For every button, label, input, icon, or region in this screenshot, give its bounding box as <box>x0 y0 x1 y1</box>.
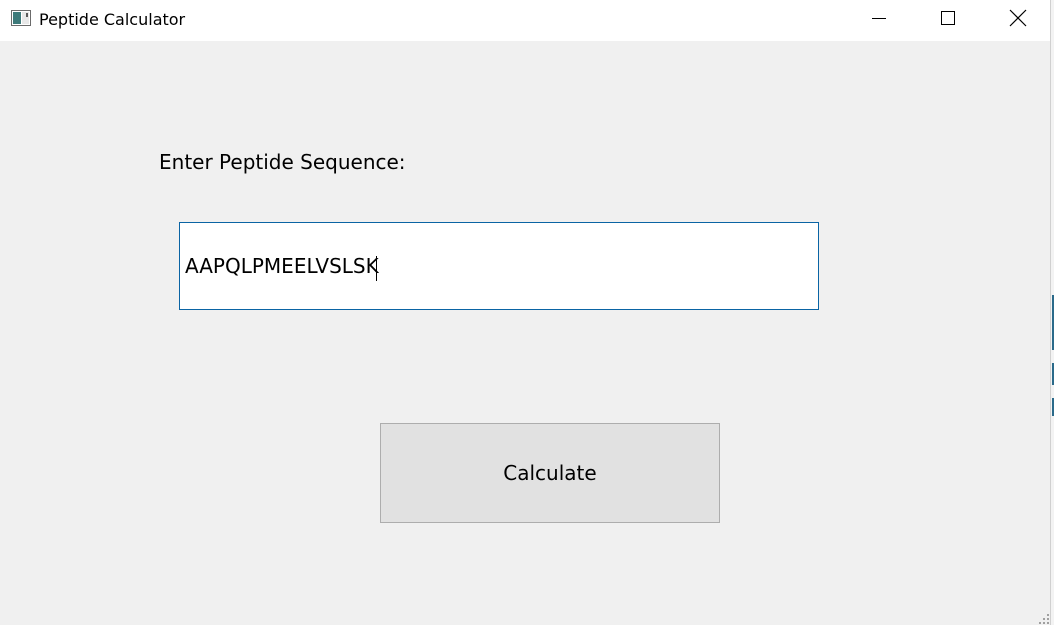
resize-grip-icon[interactable] <box>1038 610 1050 624</box>
sequence-label: Enter Peptide Sequence: <box>159 150 406 174</box>
maximize-button[interactable] <box>925 0 971 40</box>
close-icon <box>1009 9 1027 31</box>
app-window-icon <box>11 10 31 26</box>
minimize-icon <box>871 10 887 30</box>
window-title: Peptide Calculator <box>39 10 186 29</box>
maximize-icon <box>940 10 956 30</box>
minimize-button[interactable] <box>856 0 902 40</box>
text-caret <box>376 256 377 281</box>
app-window: Peptide Calculator Enter Peptide Sequenc… <box>0 0 1051 625</box>
title-bar[interactable]: Peptide Calculator <box>0 0 1050 41</box>
calculate-button[interactable]: Calculate <box>380 423 720 523</box>
close-button[interactable] <box>995 0 1041 40</box>
peptide-sequence-input[interactable] <box>179 222 819 310</box>
